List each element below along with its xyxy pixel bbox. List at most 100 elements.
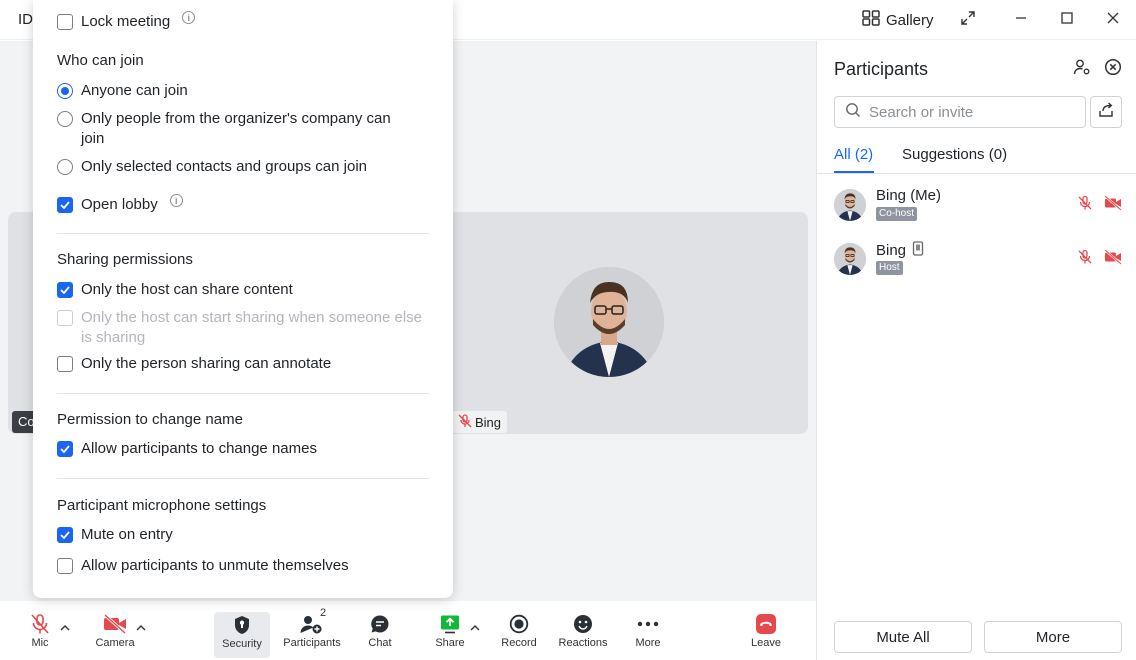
divider [57,393,429,394]
participant-name-text: Bing (Me) [876,187,942,204]
unmute-self-option[interactable]: Allow participants to unmute themselves [57,556,349,576]
meeting-toolbar: Mic Camera Security Participants 2 Chat … [0,601,816,660]
participants-button[interactable]: Participants 2 [282,607,342,657]
camera-off-icon [103,611,127,637]
share-screen-icon [439,611,461,637]
search-input[interactable] [869,103,1069,121]
record-button[interactable]: Record [500,611,538,657]
camera-button[interactable]: Camera [94,611,136,657]
tab-suggestions[interactable]: Suggestions (0) [902,146,1007,163]
more-button[interactable]: More [633,611,663,657]
camera-options-chevron-icon[interactable] [136,619,146,637]
share-options-chevron-icon[interactable] [470,619,480,637]
chat-bubble-icon [370,611,390,637]
host-start-sharing-label: Only the host can start sharing when som… [81,309,423,346]
annotate-option[interactable]: Only the person sharing can annotate [57,354,331,374]
security-button[interactable]: Security [214,612,270,658]
share-out-icon [1098,101,1114,123]
manage-participants-button[interactable] [1072,59,1092,79]
participant-search[interactable] [834,96,1086,128]
radio-company[interactable] [57,111,73,127]
who-can-join-title: Who can join [57,52,144,69]
more-options-button[interactable]: More [984,621,1122,653]
share-button[interactable]: Share [434,611,466,657]
record-icon [509,611,529,637]
open-lobby-checkbox[interactable] [57,197,73,213]
unmute-self-label: Allow participants to unmute themselves [81,557,349,574]
share-label: Share [435,637,465,649]
close-window-button[interactable] [1103,10,1123,30]
divider [57,233,429,234]
gallery-grid-icon [862,10,880,30]
participants-count-badge: 2 [320,607,327,619]
lock-meeting-option[interactable]: Lock meeting i [57,11,196,32]
search-icon [845,102,861,123]
gallery-view-button[interactable]: Gallery [862,9,934,31]
participant-row[interactable]: Bing Host [834,241,1124,283]
allow-rename-checkbox[interactable] [57,441,73,457]
minimize-icon [1015,11,1027,29]
mobile-device-icon [912,241,924,260]
mic-button[interactable]: Mic [24,611,56,657]
chat-button[interactable]: Chat [366,611,394,657]
tile-name: Bing [475,414,502,430]
host-only-share-checkbox[interactable] [57,282,73,298]
more-dots-icon [637,611,659,637]
close-circle-icon [1104,58,1122,81]
tab-divider [817,173,1136,174]
security-label: Security [222,638,262,650]
tab-all[interactable]: All (2) [834,146,873,163]
host-start-sharing-option: Only the host can start sharing when som… [57,308,427,348]
fullscreen-button[interactable] [958,10,978,30]
unmute-self-checkbox[interactable] [57,558,73,574]
join-option-label: Only selected contacts and groups can jo… [81,158,368,175]
participant-name: Bing [876,241,924,260]
info-icon[interactable]: i [169,194,183,207]
share-invite-button[interactable] [1090,96,1122,128]
mic-options-chevron-icon[interactable] [60,619,70,637]
camera-off-icon[interactable] [1104,249,1122,270]
mute-on-entry-option[interactable]: Mute on entry [57,525,173,545]
participant-name: Bing (Me) [876,187,941,204]
join-option-selected[interactable]: Only selected contacts and groups can jo… [57,157,367,177]
mic-muted-icon[interactable] [1077,195,1093,216]
shield-icon [232,612,252,638]
close-panel-button[interactable] [1103,58,1123,81]
host-only-share-label: Only the host can share content [81,281,293,298]
reactions-button[interactable]: Reactions [558,611,608,657]
mute-all-button[interactable]: Mute All [834,621,972,653]
join-option-anyone[interactable]: Anyone can join [57,81,188,101]
mic-settings-title: Participant microphone settings [57,497,267,514]
lock-meeting-checkbox[interactable] [57,14,73,30]
mic-muted-icon [30,611,50,637]
divider [57,478,429,479]
participants-panel: Participants All (2) Suggestions (0) Bin… [816,41,1136,660]
camera-off-icon[interactable] [1104,195,1122,216]
maximize-button[interactable] [1057,10,1077,30]
radio-anyone[interactable] [57,83,73,99]
mic-muted-icon[interactable] [1077,249,1093,270]
participant-avatar [554,267,664,377]
security-popup: Lock meeting i Who can join Anyone can jo… [33,0,453,598]
join-option-company[interactable]: Only people from the organizer's company… [57,109,417,149]
avatar [834,243,866,275]
avatar [834,189,866,221]
join-option-label: Only people from the organizer's company… [81,110,391,147]
annotate-checkbox[interactable] [57,356,73,372]
minimize-button[interactable] [1011,10,1031,30]
mic-label: Mic [31,637,49,649]
join-option-label: Anyone can join [81,82,188,99]
mute-on-entry-checkbox[interactable] [57,527,73,543]
radio-selected[interactable] [57,159,73,175]
participant-row[interactable]: Bing (Me) Co-host [834,187,1124,229]
host-only-share-option[interactable]: Only the host can share content [57,280,293,300]
leave-label: Leave [751,637,781,649]
panel-title: Participants [834,59,929,79]
open-lobby-option[interactable]: Open lobby i [57,194,183,215]
record-label: Record [501,637,537,649]
allow-rename-option[interactable]: Allow participants to change names [57,439,317,459]
info-icon[interactable]: i [182,11,196,24]
mic-muted-icon [458,413,472,431]
host-start-sharing-checkbox [57,310,73,326]
leave-button[interactable]: Leave [751,611,781,657]
